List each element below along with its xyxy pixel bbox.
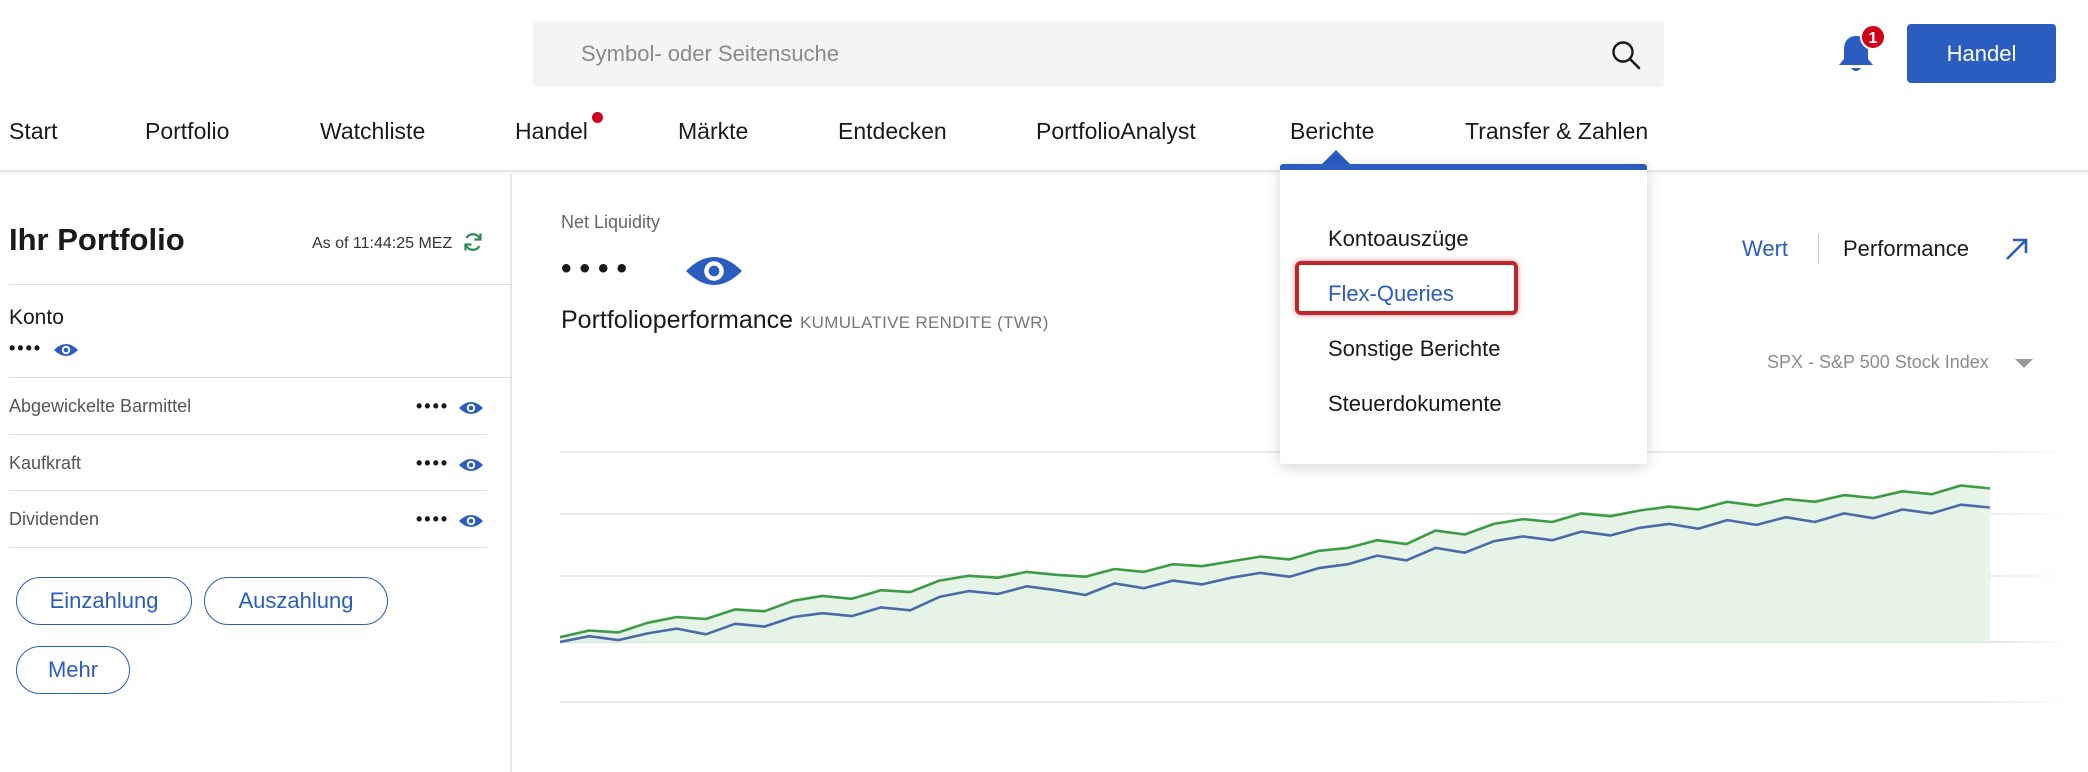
search-bar[interactable] xyxy=(533,21,1664,87)
dividends-value: •••• xyxy=(416,509,484,530)
divider xyxy=(9,547,487,548)
settled-cash-label: Abgewickelte Barmittel xyxy=(9,396,192,416)
more-button[interactable]: Mehr xyxy=(16,646,130,694)
menu-item-account-statements[interactable]: Kontoauszüge xyxy=(1328,226,1469,252)
buying-power-value: •••• xyxy=(416,453,484,474)
menu-item-flex-queries[interactable]: Flex-Queries xyxy=(1328,281,1454,307)
nav-item-portfolioanalyst[interactable]: PortfolioAnalyst xyxy=(1036,118,1196,145)
settled-cash-value: •••• xyxy=(416,396,484,417)
account-masked-value: •••• xyxy=(9,338,43,358)
refresh-icon[interactable] xyxy=(462,231,484,253)
net-liquidity-value: •••• xyxy=(561,252,636,285)
divider xyxy=(9,490,487,491)
withdraw-button[interactable]: Auszahlung xyxy=(204,577,388,625)
portfolio-area xyxy=(560,485,1990,642)
masked-value: •••• xyxy=(416,396,450,416)
trade-button[interactable]: Handel xyxy=(1907,24,2056,83)
toggle-performance[interactable]: Performance xyxy=(1843,236,1969,262)
divider xyxy=(9,377,512,378)
performance-subtitle: KUMULATIVE RENDITE (TWR) xyxy=(800,313,1049,332)
performance-title: Portfolioperformance xyxy=(561,306,794,334)
masked-value: •••• xyxy=(416,453,450,473)
chart-fade-overlay xyxy=(1980,430,2068,730)
eye-icon[interactable] xyxy=(458,512,484,530)
portfolio-title: Ihr Portfolio xyxy=(9,222,185,257)
chevron-down-icon[interactable] xyxy=(2014,358,2034,370)
dropdown-caret xyxy=(1322,150,1350,164)
nav-item-discover[interactable]: Entdecken xyxy=(838,118,947,145)
menu-item-other-reports[interactable]: Sonstige Berichte xyxy=(1328,336,1500,362)
nav-item-start[interactable]: Start xyxy=(9,118,58,145)
search-icon[interactable] xyxy=(1610,39,1642,71)
divider xyxy=(9,434,487,435)
eye-icon[interactable] xyxy=(458,399,484,417)
notification-badge: 1 xyxy=(1860,24,1886,50)
performance-heading: Portfolioperformance KUMULATIVE RENDITE … xyxy=(561,306,1049,335)
buying-power-label: Kaufkraft xyxy=(9,453,82,473)
performance-chart xyxy=(560,430,2068,730)
menu-item-tax-documents[interactable]: Steuerdokumente xyxy=(1328,391,1502,417)
main-nav: Start Portfolio Watchliste Handel Märkte… xyxy=(0,108,2088,172)
toggle-divider xyxy=(1818,234,1819,264)
net-liquidity-label: Net Liquidity xyxy=(561,212,661,232)
account-label: Konto xyxy=(9,306,64,329)
nav-item-markets[interactable]: Märkte xyxy=(678,118,748,145)
nav-trade-alert-dot xyxy=(592,112,603,123)
toggle-value[interactable]: Wert xyxy=(1742,236,1788,262)
nav-item-reports[interactable]: Berichte xyxy=(1290,118,1374,145)
masked-value: •••• xyxy=(416,509,450,529)
eye-icon[interactable] xyxy=(682,250,746,292)
nav-item-transfer[interactable]: Transfer & Zahlen xyxy=(1465,118,1648,145)
search-input[interactable] xyxy=(581,21,1581,87)
divider xyxy=(9,284,512,285)
portfolio-panel: Ihr Portfolio As of 11:44:25 MEZ Konto •… xyxy=(0,174,512,772)
nav-item-trade[interactable]: Handel xyxy=(515,118,588,145)
eye-icon[interactable] xyxy=(53,341,79,359)
expand-arrow-icon[interactable] xyxy=(2004,236,2030,262)
as-of-timestamp: As of 11:44:25 MEZ xyxy=(312,235,453,252)
deposit-button[interactable]: Einzahlung xyxy=(16,577,192,625)
reports-dropdown-menu: Kontoauszüge Flex-Queries Sonstige Beric… xyxy=(1280,164,1647,464)
account-value: •••• xyxy=(9,338,79,359)
nav-item-portfolio[interactable]: Portfolio xyxy=(145,118,229,145)
benchmark-select[interactable]: SPX - S&P 500 Stock Index xyxy=(1767,352,1989,373)
dividends-label: Dividenden xyxy=(9,509,100,529)
eye-icon[interactable] xyxy=(458,456,484,474)
nav-item-watchlist[interactable]: Watchliste xyxy=(320,118,425,145)
